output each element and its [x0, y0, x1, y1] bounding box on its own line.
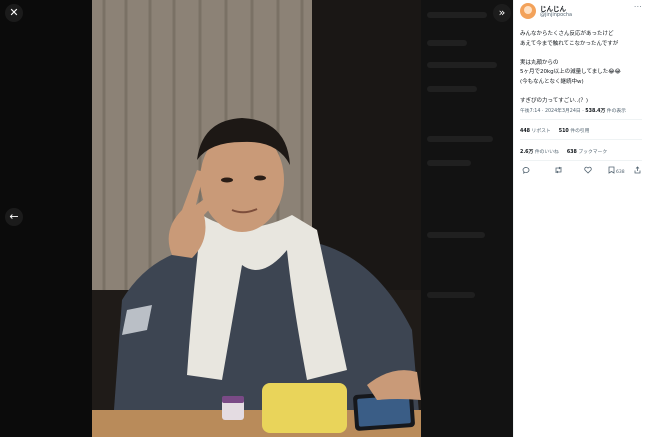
divider — [520, 160, 642, 161]
reply-button[interactable] — [522, 166, 530, 177]
share-button[interactable] — [634, 166, 641, 177]
media-viewer: ✕ ← » — [0, 0, 513, 437]
like-bookmark-stats: 2.6万 件のいいね 638 ブックマーク — [520, 148, 607, 155]
divider — [520, 119, 642, 120]
bookmarks-count: 638 — [566, 150, 577, 155]
chevron-double-right-icon: » — [498, 6, 506, 19]
dimmed-timeline-behind — [421, 0, 513, 437]
repost-button[interactable] — [554, 166, 563, 177]
tweet-line-break — [520, 87, 644, 97]
tweet-time[interactable]: 午後7:14 · 2024年3月24日 · — [520, 109, 585, 114]
tweet-line-break — [520, 49, 644, 59]
tweet-line: 5ヶ月で20kg以上の減量してました😂😂 — [520, 69, 622, 75]
tweet-line: (今もなんとなく継続中w) — [520, 78, 584, 85]
arrow-left-icon: ← — [9, 210, 19, 223]
views-label: 件の表示 — [605, 109, 626, 114]
tweet-line: すぎぴの力ってすごい..(？) — [520, 97, 589, 104]
tweet-header: じんじん @jinjinpocha ··· — [520, 3, 644, 21]
user-handle[interactable]: @jinjinpocha — [540, 12, 572, 18]
more-options-icon[interactable]: ··· — [634, 3, 642, 11]
tweet-panel: じんじん @jinjinpocha ··· みんなからたくさん反応があったけど … — [513, 0, 645, 437]
likes-label: 件のいいね — [533, 150, 559, 155]
bookmark-action-count: 638 — [616, 170, 625, 175]
repost-icon — [555, 166, 562, 174]
close-viewer-button[interactable]: ✕ — [5, 4, 23, 22]
quotes-stat[interactable]: 510 件の引用 — [559, 129, 590, 134]
photo-illustration — [92, 0, 421, 437]
bookmarks-stat[interactable]: 638 ブックマーク — [567, 150, 607, 155]
bookmark-icon — [608, 166, 615, 174]
tweet-actions: 638 — [520, 166, 642, 176]
tweet-timestamp-views: 午後7:14 · 2024年3月24日 · 538.4万 件の表示 — [520, 107, 626, 114]
reposts-count: 448 — [520, 129, 531, 134]
reposts-label: リポスト — [530, 129, 551, 134]
tweet-line: みんなからたくさん反応があったけど — [520, 31, 614, 37]
like-button[interactable] — [584, 166, 592, 177]
toggle-sidebar-button[interactable]: » — [493, 4, 511, 22]
bookmarks-label: ブックマーク — [576, 150, 608, 155]
bookmark-button[interactable]: 638 — [608, 166, 625, 178]
reply-icon — [522, 167, 530, 174]
previous-media-button[interactable]: ← — [5, 208, 23, 226]
reposts-stat[interactable]: 448 リポスト — [520, 129, 551, 134]
views-count: 538.4万 — [585, 109, 606, 114]
repost-quote-stats: 448 リポスト 510 件の引用 — [520, 127, 589, 134]
quotes-label: 件の引用 — [568, 129, 590, 134]
likes-stat[interactable]: 2.6万 件のいいね — [520, 150, 559, 155]
tweet-line: あえて今まで触れてこなかったんですが — [520, 40, 619, 47]
likes-count: 2.6万 — [520, 150, 534, 155]
tweet-line: 実は丸顔からの — [520, 59, 559, 66]
tweet-photo[interactable] — [92, 0, 421, 437]
divider — [520, 139, 642, 140]
quotes-count: 510 — [558, 129, 569, 134]
heart-icon — [584, 166, 592, 174]
share-icon — [634, 166, 641, 174]
close-icon: ✕ — [9, 6, 19, 19]
avatar[interactable] — [520, 3, 536, 19]
tweet-text: みんなからたくさん反応があったけど あえて今まで触れてこなかったんですが 実は丸… — [520, 30, 644, 106]
